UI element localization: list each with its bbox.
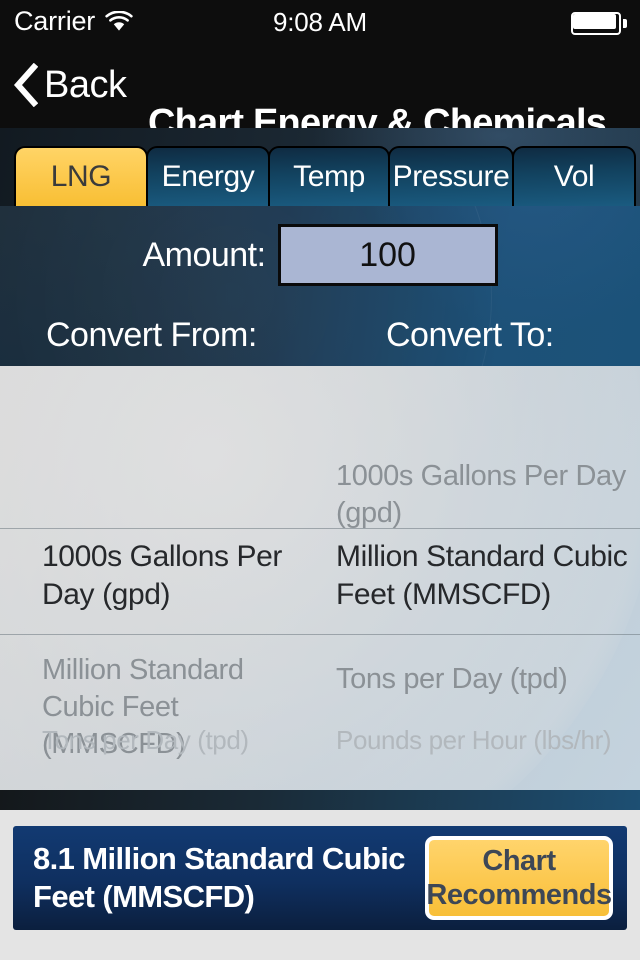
- picker-from-row-below-2[interactable]: Tons per Day (tpd): [0, 724, 320, 757]
- convert-labels: Convert From: Convert To:: [0, 316, 640, 366]
- amount-input[interactable]: [277, 224, 498, 286]
- app-root: Carrier 9:08 AM Back Chart Energy & Chem…: [0, 0, 640, 960]
- panel-divider-strip: [0, 790, 640, 810]
- picker-selection-line-bottom: [0, 634, 640, 635]
- picker-convert-to[interactable]: 1000s Gallons Per Day (gpd) Million Stan…: [320, 366, 640, 790]
- tab-bar: LNG Energy Temp Pressure Vol: [0, 128, 640, 206]
- unit-picker-area: 1000s Gallons Per Day (gpd) Million Stan…: [0, 366, 640, 790]
- tab-vol-label: Vol: [553, 160, 595, 193]
- input-panel: Amount: Convert From: Convert To:: [0, 206, 640, 366]
- amount-label: Amount:: [142, 235, 266, 274]
- back-button[interactable]: Back: [12, 52, 127, 118]
- tab-lng-label: LNG: [50, 160, 112, 193]
- convert-to-label: Convert To:: [386, 316, 554, 354]
- picker-to-selected-row[interactable]: Million Standard Cubic Feet (MMSCFD): [320, 538, 640, 614]
- battery-full-icon: [571, 12, 627, 35]
- tab-vol[interactable]: Vol: [512, 146, 636, 206]
- tab-lng[interactable]: LNG: [14, 146, 148, 206]
- picker-from-selected-row[interactable]: 1000s Gallons Per Day (gpd): [0, 538, 320, 614]
- navigation-bar: Back Chart Energy & Chemicals: [0, 44, 640, 144]
- tab-pressure-label: Pressure: [392, 160, 510, 193]
- tab-energy-label: Energy: [161, 160, 255, 193]
- tab-temp[interactable]: Temp: [268, 146, 390, 206]
- status-bar: Carrier 9:08 AM: [0, 0, 640, 44]
- tab-energy[interactable]: Energy: [146, 146, 270, 206]
- picker-to-row-below-1[interactable]: Tons per Day (tpd): [320, 661, 640, 698]
- chevron-left-icon: [12, 62, 39, 108]
- result-bar: 8.1 Million Standard Cubic Feet (MMSCFD)…: [13, 826, 627, 930]
- picker-to-row-above-1[interactable]: 1000s Gallons Per Day (gpd): [320, 458, 640, 532]
- back-button-label: Back: [44, 63, 127, 106]
- result-value: 8.1 Million Standard Cubic Feet (MMSCFD): [33, 841, 406, 914]
- amount-row: Amount:: [0, 224, 640, 286]
- convert-from-label: Convert From:: [46, 316, 257, 354]
- tab-list: LNG Energy Temp Pressure Vol: [14, 142, 636, 206]
- picker-to-row-below-2[interactable]: Pounds per Hour (lbs/hr): [320, 724, 640, 757]
- chart-recommends-line1: Chart: [482, 845, 556, 877]
- tab-temp-label: Temp: [293, 160, 365, 193]
- tab-pressure[interactable]: Pressure: [388, 146, 514, 206]
- chart-recommends-button[interactable]: Chart Recommends: [425, 836, 613, 920]
- picker-convert-from[interactable]: 1000s Gallons Per Day (gpd) Million Stan…: [0, 366, 320, 790]
- result-area: 8.1 Million Standard Cubic Feet (MMSCFD)…: [0, 810, 640, 960]
- picker-selection-line-top: [0, 528, 640, 529]
- chart-recommends-line2: Recommends: [426, 879, 612, 911]
- status-bar-time: 9:08 AM: [273, 7, 367, 37]
